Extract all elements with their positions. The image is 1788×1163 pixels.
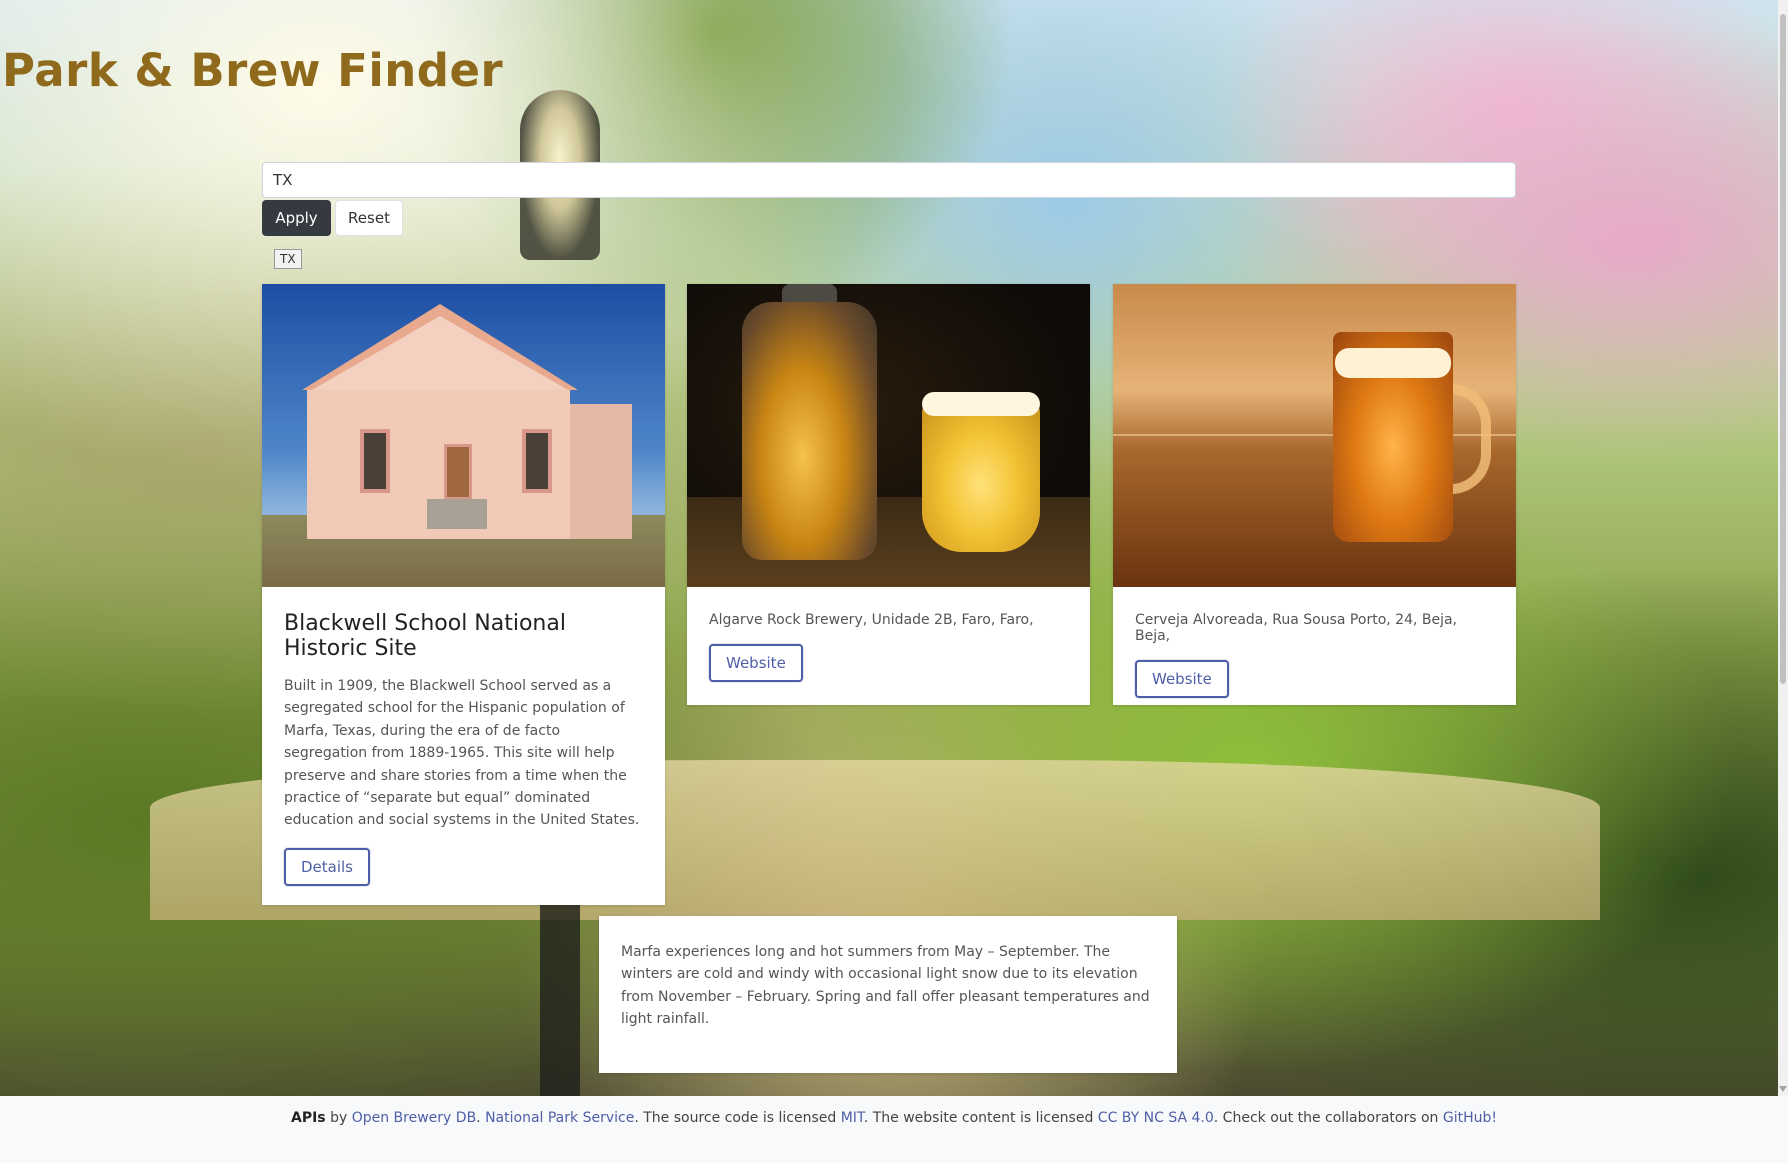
- weather-card: Marfa experiences long and hot summers f…: [599, 916, 1177, 1073]
- page-footer: APIs by Open Brewery DB. National Park S…: [0, 1096, 1788, 1163]
- brewery-image: [687, 284, 1090, 587]
- park-description: Built in 1909, the Blackwell School serv…: [284, 678, 640, 829]
- national-park-service-link[interactable]: National Park Service: [485, 1110, 634, 1126]
- github-link[interactable]: GitHub!: [1443, 1110, 1497, 1126]
- brewery-address: Algarve Rock Brewery, Unidade 2B, Faro, …: [709, 612, 1034, 628]
- lamp-pole-illustration: [540, 900, 580, 1096]
- footer-apis-label: APIs: [291, 1110, 326, 1126]
- footer-license-text: . The source code is licensed: [634, 1110, 841, 1126]
- website-button[interactable]: Website: [709, 644, 803, 682]
- reset-button[interactable]: Reset: [335, 200, 403, 236]
- brewery-address: Cerveja Alvoreada, Rua Sousa Porto, 24, …: [1135, 612, 1458, 644]
- footer-separator: .: [476, 1110, 486, 1126]
- apply-button[interactable]: Apply: [262, 200, 331, 236]
- park-image: [262, 284, 665, 587]
- footer-credits: APIs by Open Brewery DB. National Park S…: [0, 1110, 1788, 1126]
- brewery-card: Cerveja Alvoreada, Rua Sousa Porto, 24, …: [1113, 284, 1516, 705]
- footer-content-text: . The website content is licensed: [863, 1110, 1098, 1126]
- footer-by-text: by: [325, 1110, 352, 1126]
- state-search-input[interactable]: [262, 162, 1516, 198]
- open-brewery-db-link[interactable]: Open Brewery DB: [352, 1110, 476, 1126]
- scrollbar-thumb[interactable]: [1780, 14, 1786, 684]
- details-button[interactable]: Details: [284, 847, 371, 886]
- active-filter-tag[interactable]: TX: [274, 249, 302, 269]
- brewery-image: [1113, 284, 1516, 587]
- cc-license-link[interactable]: CC BY NC SA 4.0: [1098, 1110, 1214, 1126]
- park-card: Blackwell School National Historic Site …: [262, 284, 665, 905]
- scroll-down-arrow-icon[interactable]: [1779, 1086, 1787, 1092]
- mit-license-link[interactable]: MIT: [841, 1110, 864, 1126]
- website-button[interactable]: Website: [1135, 660, 1229, 698]
- footer-collab-text: . Check out the collaborators on: [1213, 1110, 1443, 1126]
- weather-text: Marfa experiences long and hot summers f…: [621, 944, 1150, 1028]
- brewery-card: Algarve Rock Brewery, Unidade 2B, Faro, …: [687, 284, 1090, 705]
- page-scrollbar[interactable]: [1778, 0, 1788, 1096]
- park-name: Blackwell School National Historic Site: [284, 611, 566, 661]
- page-title: Park & Brew Finder: [2, 44, 504, 97]
